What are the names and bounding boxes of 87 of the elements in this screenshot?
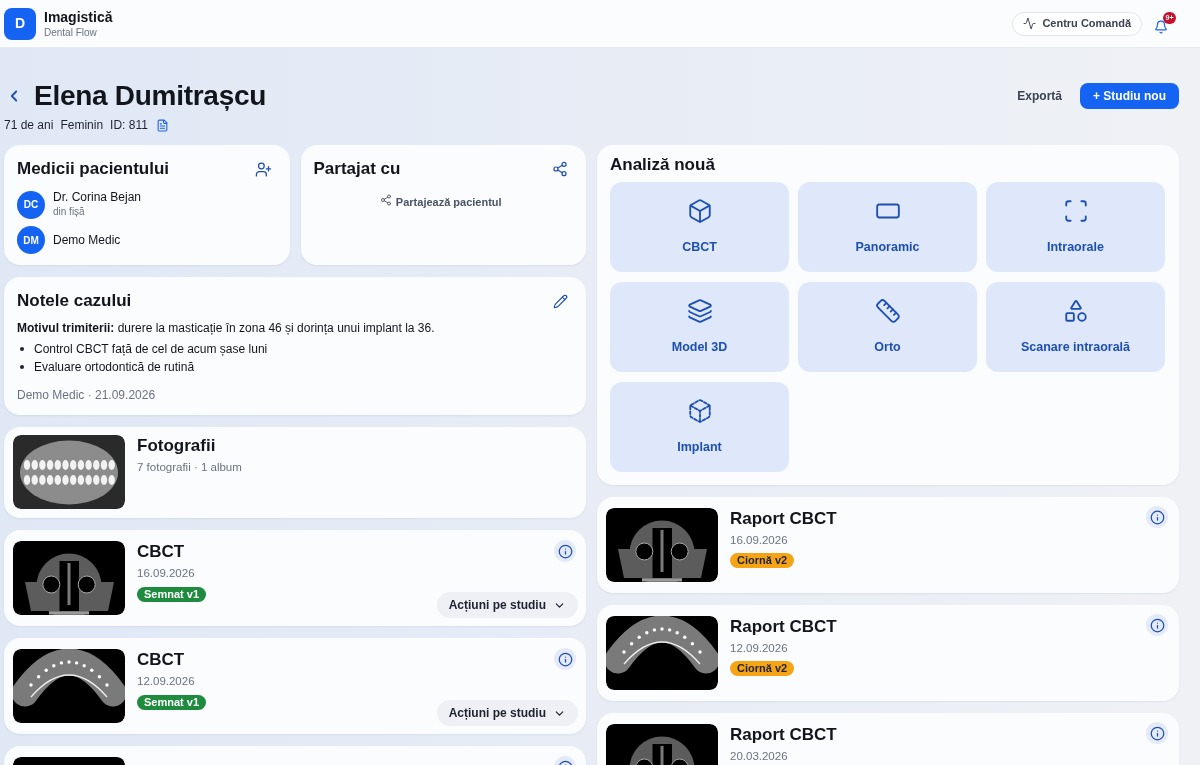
doctor-avatar: DC	[17, 190, 45, 219]
analysis-tile[interactable]: Orto	[798, 282, 977, 372]
pencil-icon[interactable]	[553, 293, 568, 309]
share-patient-button[interactable]: Partajează pacientul	[379, 194, 502, 210]
card-title: Notele cazului	[17, 291, 132, 311]
status-badge: Semnat v1	[137, 587, 207, 602]
patient-name: Elena Dumitrașcu	[34, 79, 267, 113]
referral-reason: Motivul trimiterii: durere la masticație în zona 46 și dorința unui implant la 36.	[17, 320, 436, 337]
command-center-button[interactable]: Centru Comandă	[1012, 11, 1142, 36]
info-button[interactable]	[1146, 614, 1168, 636]
analysis-label: CBCT	[682, 239, 717, 255]
doctor-name: Demo Medic	[53, 232, 121, 248]
study-card[interactable]: CBCT 12.09.2026 Semnat v1 Acțiuni pe studiu	[4, 638, 586, 734]
patient-detail: Feminin	[60, 117, 104, 133]
share-icon[interactable]	[552, 161, 568, 177]
app-logo[interactable]: D	[4, 7, 36, 40]
study-actions-button[interactable]: Acțiuni pe studiu	[436, 700, 578, 726]
analysis-label: Model 3D	[671, 339, 728, 355]
report-date: 20.03.2026	[730, 749, 789, 764]
photos-card[interactable]: Fotografii 7 fotografii · 1 album	[4, 427, 586, 518]
card-title: Medicii pacientului	[17, 159, 170, 179]
info-icon	[1149, 509, 1165, 525]
cube-icon	[686, 198, 713, 224]
analysis-tile[interactable]: Implant	[610, 382, 789, 472]
app-subtitle: Dental Flow	[44, 25, 98, 40]
report-card[interactable]: Raport CBCT 16.09.2026 Ciornă v2	[597, 497, 1179, 593]
note-footer: Demo Medic · 21.09.2026	[17, 387, 568, 403]
share-icon	[379, 194, 392, 206]
note-item: Evaluare ortodontică de rutină	[34, 359, 195, 376]
info-icon	[1149, 725, 1165, 741]
photos-count: 7 fotografii · 1 album	[137, 460, 242, 475]
report-card[interactable]: Raport CBCT 20.03.2026	[597, 713, 1179, 765]
card-title: Fotografii	[137, 435, 217, 457]
info-button[interactable]	[554, 648, 576, 670]
study-date: 12.09.2026	[137, 674, 196, 689]
patient-detail: 71 de ani	[4, 117, 54, 133]
doctor-note: din fișă	[53, 205, 86, 219]
status-badge: Semnat v1	[137, 695, 207, 710]
info-button[interactable]	[554, 540, 576, 562]
doctor-avatar: DM	[17, 226, 45, 254]
shapes-icon	[1062, 298, 1089, 324]
info-icon	[557, 543, 573, 559]
info-button[interactable]	[1146, 722, 1168, 744]
study-card[interactable]: CBCT 16.09.2026 Semnat v1 Acțiuni pe studiu	[4, 530, 586, 626]
analysis-tile[interactable]: CBCT	[610, 182, 789, 272]
info-icon	[557, 651, 573, 667]
report-date: 16.09.2026	[730, 533, 789, 548]
study-title: CBCT	[137, 649, 186, 671]
status-badge: Ciornă v2	[730, 553, 795, 568]
report-card[interactable]: Raport CBCT 12.09.2026 Ciornă v2	[597, 605, 1179, 701]
activity-icon	[1023, 17, 1037, 30]
document-icon[interactable]	[155, 118, 169, 132]
bullet-icon	[20, 365, 24, 369]
scan-frame-icon	[1062, 198, 1089, 224]
info-icon	[1149, 617, 1165, 633]
study-date: 16.09.2026	[137, 566, 196, 581]
ruler-icon	[874, 298, 901, 324]
analysis-tile[interactable]: Scanare intraorală	[986, 282, 1165, 372]
analysis-label: Orto	[874, 339, 901, 355]
report-title: Raport CBCT	[730, 616, 838, 638]
analysis-tile[interactable]: Intraorale	[986, 182, 1165, 272]
analysis-label: Intraorale	[1047, 239, 1104, 255]
report-title: Raport CBCT	[730, 724, 838, 746]
app-name: Imagistică	[44, 7, 113, 26]
doctor-name: Dr. Corina Bejan	[53, 190, 142, 205]
study-actions-button[interactable]: Acțiuni pe studiu	[436, 592, 578, 618]
card-title: Partajat cu	[313, 159, 401, 179]
bell-icon	[1154, 19, 1168, 34]
analysis-label: Panoramic	[855, 239, 920, 255]
layers-icon	[686, 298, 713, 324]
report-date: 12.09.2026	[730, 641, 789, 656]
analysis-tile[interactable]: Panoramic	[798, 182, 977, 272]
patient-detail: ID: 811	[110, 117, 148, 133]
export-button[interactable]: Exportă	[1017, 83, 1062, 109]
new-study-button[interactable]: + Studiu nou	[1080, 83, 1179, 109]
note-item: Control CBCT față de cel de acum șase luni	[34, 341, 268, 358]
study-title: CBCT	[137, 541, 186, 563]
analysis-tile[interactable]: Model 3D	[610, 282, 789, 372]
analysis-label: Implant	[677, 439, 722, 455]
dashed-cube-icon	[686, 398, 713, 424]
card-title: Analiză nouă	[610, 154, 716, 176]
status-badge: Ciornă v2	[730, 661, 795, 676]
report-title: Raport CBCT	[730, 508, 838, 530]
add-user-icon[interactable]	[254, 160, 272, 178]
analysis-label: Scanare intraorală	[1020, 339, 1131, 355]
bullet-icon	[20, 347, 24, 351]
info-button[interactable]	[1146, 506, 1168, 528]
